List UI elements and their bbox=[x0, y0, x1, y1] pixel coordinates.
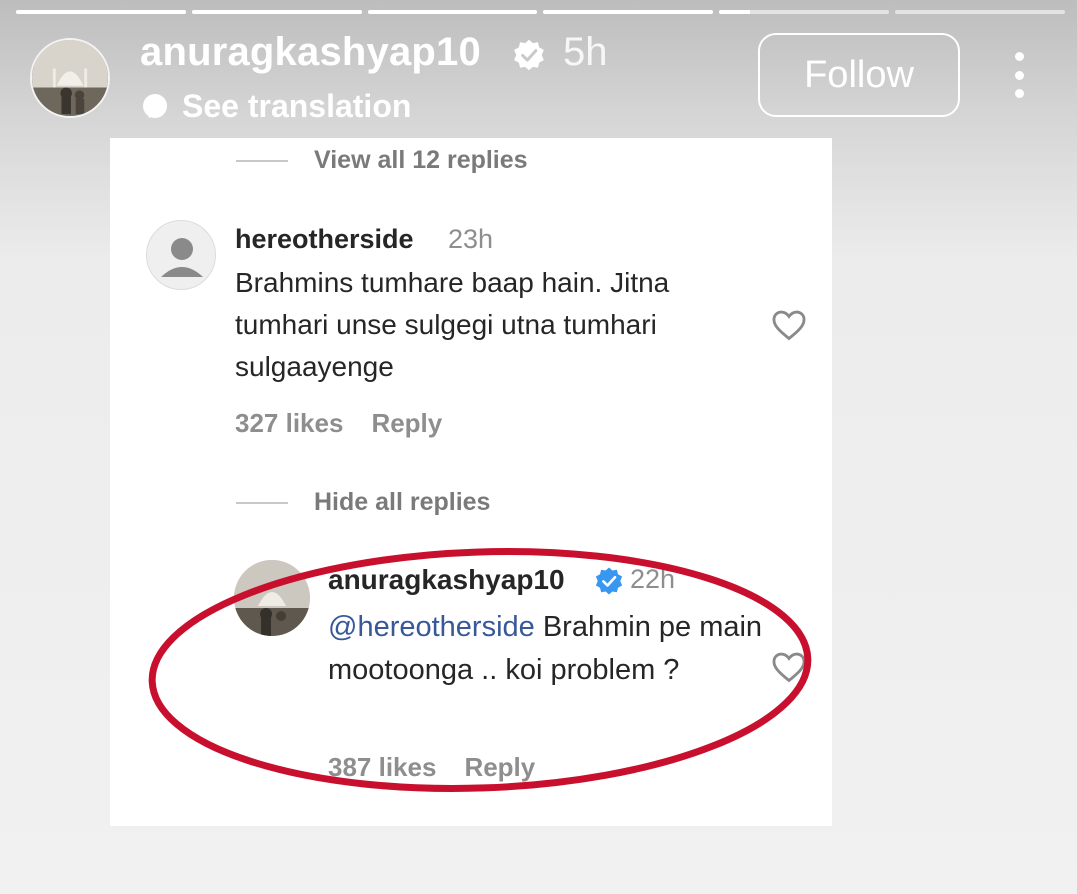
reply-text: @hereotherside Brahmin pe main mootoonga… bbox=[328, 606, 768, 692]
progress-segment bbox=[719, 10, 890, 14]
mention-link: @hereotherside bbox=[328, 611, 535, 643]
progress-fill bbox=[367, 10, 538, 14]
reply-link: Reply bbox=[464, 752, 536, 782]
comment-meta: 327 likes Reply bbox=[235, 408, 442, 439]
progress-segment bbox=[16, 10, 186, 14]
story-avatar[interactable] bbox=[30, 38, 110, 118]
progress-fill bbox=[16, 10, 186, 14]
view-replies-text: View all 12 replies bbox=[314, 146, 528, 174]
dot bbox=[1014, 52, 1024, 61]
story-username[interactable]: anuragkashyap10 bbox=[140, 30, 481, 75]
verified-badge-icon bbox=[595, 567, 623, 595]
see-translation-label: See translation bbox=[182, 88, 412, 124]
translate-icon bbox=[143, 93, 167, 118]
progress-segment bbox=[895, 10, 1065, 14]
view-replies-row: View all 12 replies bbox=[236, 146, 528, 175]
dot bbox=[1014, 70, 1024, 80]
progress-segment bbox=[367, 10, 538, 14]
heart-icon bbox=[772, 310, 806, 341]
story-time: 5h bbox=[563, 30, 608, 74]
comment-time: 23h bbox=[448, 224, 494, 254]
reply-avatar bbox=[234, 560, 310, 636]
dot bbox=[1014, 89, 1024, 98]
progress-segment bbox=[191, 10, 362, 14]
progress-fill bbox=[191, 10, 362, 14]
likes-count: 327 likes bbox=[235, 408, 344, 438]
comment-screenshot: View all 12 replies hereotherside 23h Br… bbox=[110, 138, 832, 826]
hide-replies-text: Hide all replies bbox=[314, 488, 491, 516]
story-progress bbox=[16, 10, 1065, 15]
likes-count: 387 likes bbox=[328, 752, 437, 782]
progress-fill bbox=[719, 10, 750, 14]
comment-username: hereotherside bbox=[235, 224, 414, 254]
comment-text: Brahmins tumhare baap hain. Jitna tumhar… bbox=[235, 267, 670, 382]
progress-segment bbox=[543, 10, 714, 14]
divider bbox=[236, 501, 288, 504]
divider bbox=[236, 159, 288, 162]
reply-time: 22h bbox=[630, 564, 676, 594]
default-avatar bbox=[146, 220, 216, 290]
heart-icon bbox=[772, 652, 806, 683]
follow-button[interactable]: Follow bbox=[758, 33, 960, 117]
hide-replies-row: Hide all replies bbox=[236, 488, 490, 517]
verified-badge-icon bbox=[514, 39, 544, 71]
reply-meta: 387 likes Reply bbox=[328, 752, 535, 783]
reply-link: Reply bbox=[371, 408, 443, 438]
more-options-icon[interactable] bbox=[1004, 52, 1034, 98]
reply-username: anuragkashyap10 bbox=[328, 564, 565, 595]
see-translation[interactable]: See translation bbox=[140, 88, 411, 125]
progress-fill bbox=[543, 10, 714, 14]
